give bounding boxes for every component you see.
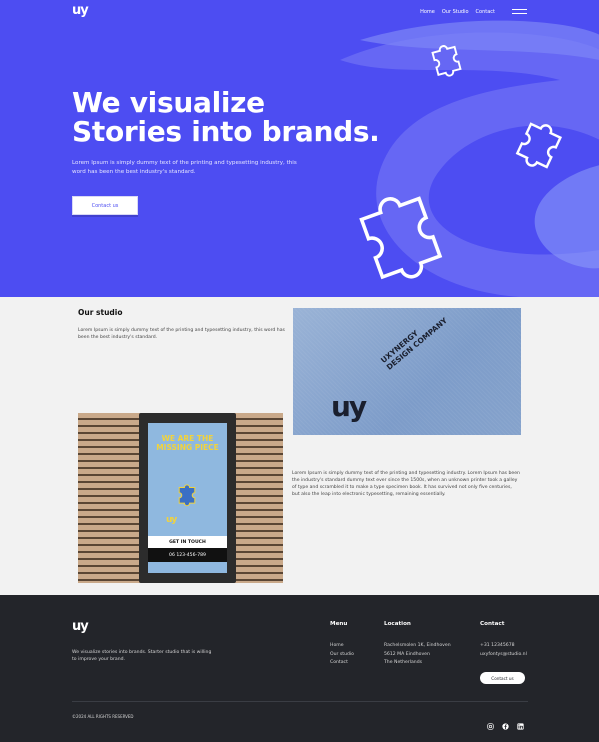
poster-frame: WE ARE THE MISSING PIECE uy GET IN TOUCH… bbox=[139, 413, 236, 583]
puzzle-piece-icon bbox=[178, 484, 196, 507]
nav-item-contact[interactable]: Contact bbox=[476, 9, 495, 15]
footer-menu-contact[interactable]: Contact bbox=[330, 659, 354, 668]
hero-headline: We visualize Stories into brands. bbox=[72, 88, 380, 146]
footer-contact-button[interactable]: Contact us bbox=[480, 672, 525, 684]
logo-board-image: uy UXYNERGY DESIGN COMPANY bbox=[293, 308, 521, 435]
instagram-icon[interactable] bbox=[487, 715, 494, 730]
footer-divider bbox=[72, 701, 528, 702]
footer-social bbox=[487, 715, 524, 730]
nav-item-home[interactable]: Home bbox=[420, 9, 435, 15]
footer-location-line: 5612 MA Eindhoven bbox=[384, 651, 430, 657]
menu-icon[interactable] bbox=[512, 9, 527, 15]
footer-logo[interactable]: uy bbox=[72, 619, 89, 634]
puzzle-piece-icon bbox=[515, 122, 563, 169]
contact-us-button[interactable]: Contact us bbox=[72, 196, 138, 215]
poster-title: WE ARE THE MISSING PIECE bbox=[156, 434, 219, 452]
footer-menu-title: Menu bbox=[330, 621, 348, 627]
hero-headline-line1: We visualize bbox=[72, 86, 265, 119]
footer-location-title: Location bbox=[384, 621, 411, 627]
footer-email[interactable]: uxyfontys@studio.nl bbox=[480, 651, 527, 660]
page: uy Home Our Studio Contact We visualize … bbox=[0, 0, 599, 742]
poster-phone: 06 123-456-789 bbox=[148, 548, 227, 562]
puzzle-piece-icon bbox=[359, 196, 443, 280]
studio-section: Our studio Lorem Ipsum is simply dummy t… bbox=[0, 297, 599, 595]
poster-image: WE ARE THE MISSING PIECE uy GET IN TOUCH… bbox=[78, 413, 283, 583]
footer-rights: ©2024 ALL RIGHTS RESERVED bbox=[72, 714, 134, 719]
studio-title: Our studio bbox=[78, 308, 123, 317]
studio-intro-text: Lorem Ipsum is simply dummy text of the … bbox=[78, 328, 285, 340]
footer-contact-title: Contact bbox=[480, 621, 505, 627]
footer-phone[interactable]: +31 12345678 bbox=[480, 642, 527, 651]
footer-menu-home[interactable]: Home bbox=[330, 642, 354, 651]
poster-logo: uy bbox=[166, 515, 177, 525]
footer-menu-our-studio[interactable]: Our studio bbox=[330, 651, 354, 660]
footer-menu: Menu Home Our studio Contact bbox=[330, 621, 354, 668]
board-logo: uy bbox=[331, 390, 367, 423]
footer-contact: Contact +31 12345678 uxyfontys@studio.nl bbox=[480, 621, 527, 659]
hero-swoosh-graphic bbox=[340, 20, 599, 297]
linkedin-icon[interactable] bbox=[517, 715, 524, 730]
footer: uy We visualize stories into brands. Sta… bbox=[0, 595, 599, 742]
footer-location-line: The Netherlands bbox=[384, 660, 423, 665]
facebook-icon[interactable] bbox=[502, 715, 509, 730]
footer-location: Location Rachelsmolen 1K, Eindhoven 5612… bbox=[384, 621, 451, 668]
brand-logo[interactable]: uy bbox=[72, 3, 89, 18]
poster-cta: GET IN TOUCH bbox=[148, 536, 227, 548]
puzzle-piece-icon bbox=[431, 45, 462, 77]
poster-inner: WE ARE THE MISSING PIECE uy GET IN TOUCH… bbox=[148, 423, 227, 573]
footer-tagline: We visualize stories into brands. Starte… bbox=[72, 650, 212, 662]
hero-subtext: Lorem Ipsum is simply dummy text of the … bbox=[72, 160, 297, 175]
hero-section: uy Home Our Studio Contact We visualize … bbox=[0, 0, 599, 297]
studio-body-text: Lorem Ipsum is simply dummy text of the … bbox=[292, 471, 520, 497]
footer-location-line: Rachelsmolen 1K, Eindhoven bbox=[384, 643, 451, 648]
hero-headline-line2: Stories into brands. bbox=[72, 115, 380, 148]
nav-item-our-studio[interactable]: Our Studio bbox=[442, 9, 469, 15]
main-nav: Home Our Studio Contact bbox=[420, 9, 495, 15]
